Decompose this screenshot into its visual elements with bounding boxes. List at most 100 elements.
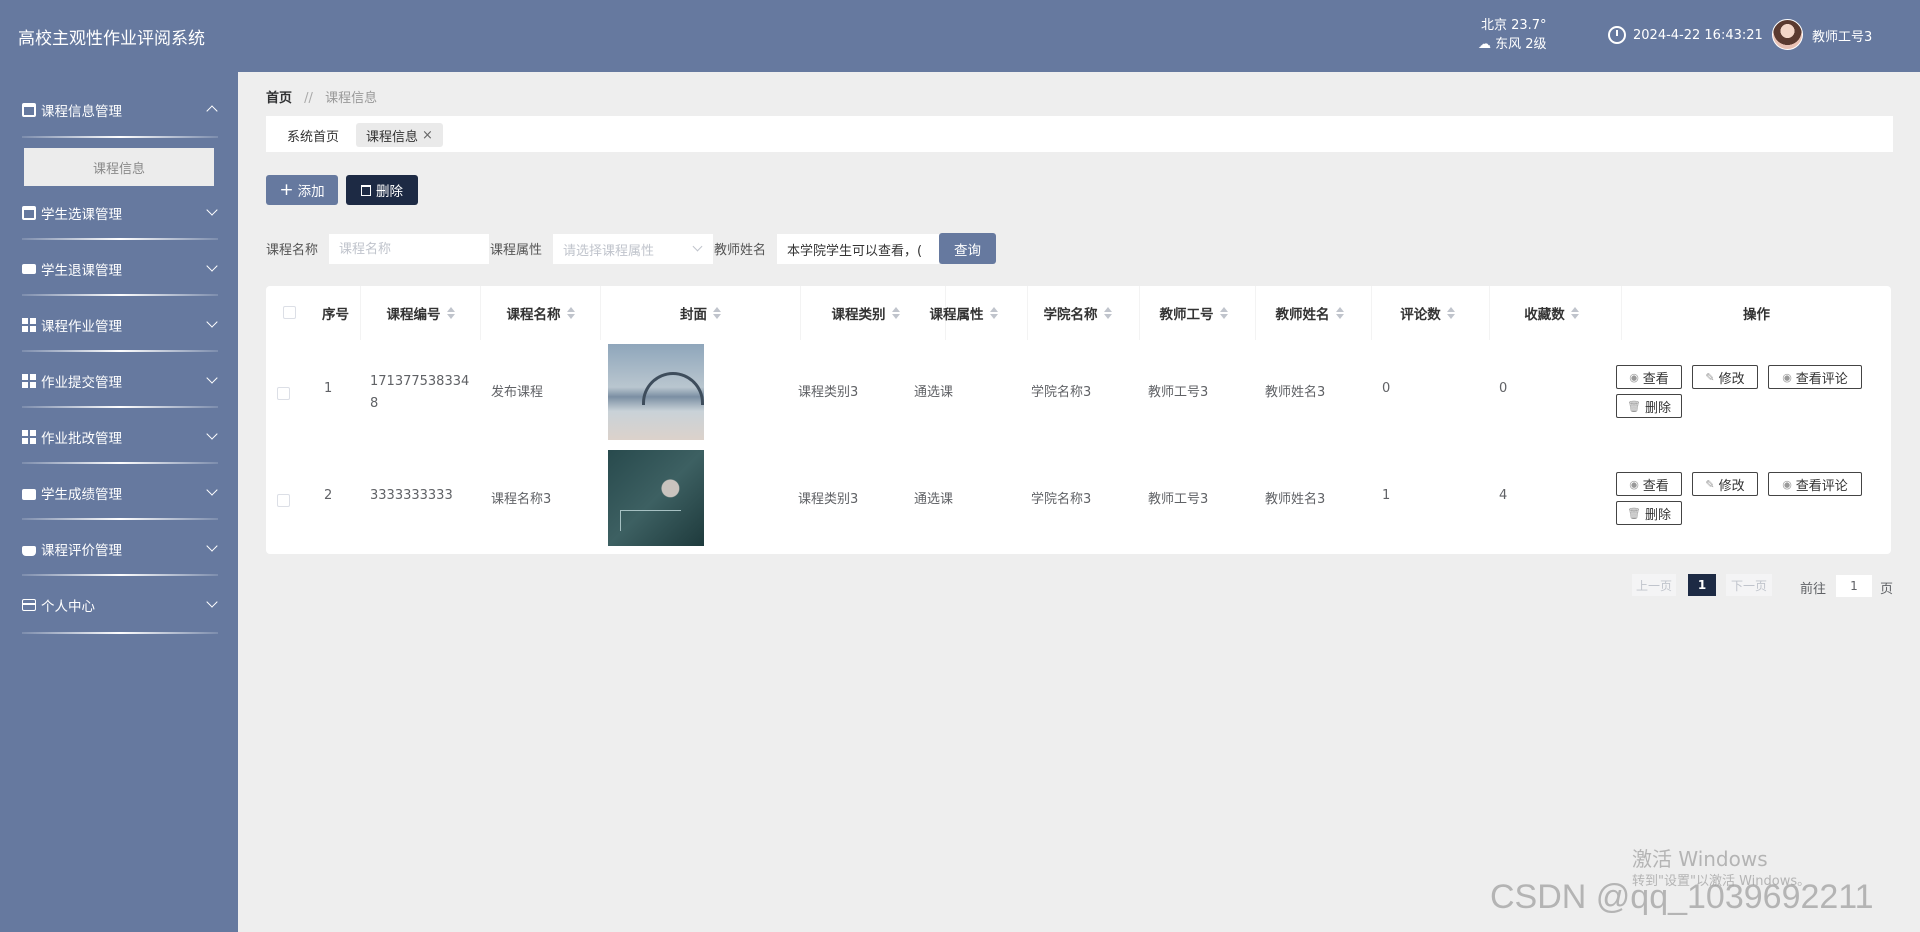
edit-icon: ✎	[1705, 370, 1715, 384]
view-comments-button[interactable]: ◉ 查看评论	[1768, 472, 1862, 496]
sidebar-item-submission[interactable]: 作业提交管理	[0, 359, 238, 403]
sidebar-item-label: 作业提交管理	[41, 375, 122, 391]
view-button[interactable]: ◉ 查看	[1616, 472, 1682, 496]
page-number-current[interactable]: 1	[1688, 574, 1716, 596]
breadcrumb-home[interactable]: 首页	[266, 91, 292, 106]
sort-icon[interactable]	[446, 307, 455, 319]
cell-index: 1	[324, 381, 333, 396]
cell-teacher-id: 教师工号3	[1148, 385, 1209, 400]
clipboard-icon	[22, 103, 36, 117]
tab-course-info[interactable]: 课程信息 ×	[356, 123, 443, 147]
teacher-name-input[interactable]	[777, 234, 939, 264]
sort-icon[interactable]	[566, 307, 575, 319]
cell-favorites: 4	[1499, 488, 1508, 503]
chevron-down-icon	[692, 241, 703, 252]
weather-icon: ☁	[1478, 37, 1496, 52]
username[interactable]: 教师工号3	[1812, 26, 1872, 45]
sidebar-item-label: 课程评价管理	[41, 543, 122, 559]
avatar[interactable]	[1772, 19, 1803, 50]
eye-icon: ◉	[1629, 370, 1639, 384]
sort-icon[interactable]	[891, 307, 900, 319]
course-attr-select[interactable]: 请选择课程属性	[553, 234, 713, 264]
grid-icon	[22, 318, 36, 332]
sort-icon[interactable]	[1219, 307, 1228, 319]
sidebar-item-course-selection[interactable]: 学生选课管理	[0, 191, 238, 235]
column-header-teacher-id[interactable]: 教师工号	[1132, 286, 1256, 340]
sort-icon[interactable]	[1335, 307, 1344, 319]
edit-button[interactable]: ✎ 修改	[1692, 472, 1758, 496]
chevron-down-icon	[206, 540, 218, 552]
column-header-index: 序号	[311, 286, 361, 340]
column-header-favorites[interactable]: 收藏数	[1482, 286, 1622, 340]
menu-divider	[22, 350, 218, 352]
sidebar: 课程信息管理 课程信息 学生选课管理 学生退课管理 课程作业管理 作业提交管理 …	[0, 72, 238, 932]
row-delete-button[interactable]: 🗑 删除	[1616, 501, 1682, 525]
course-attr-placeholder: 请选择课程属性	[563, 243, 655, 259]
course-name-input[interactable]	[329, 234, 489, 264]
menu-divider	[22, 136, 218, 138]
sidebar-item-label: 课程信息管理	[41, 104, 122, 120]
menu-divider	[22, 574, 218, 576]
sort-icon[interactable]	[1446, 307, 1455, 319]
sidebar-item-scores[interactable]: 学生成绩管理	[0, 471, 238, 515]
delete-button[interactable]: 删除	[346, 175, 418, 205]
sidebar-item-evaluation[interactable]: 课程评价管理	[0, 527, 238, 571]
id-card-icon	[22, 599, 36, 611]
breadcrumb-current: 课程信息	[325, 91, 378, 106]
eye-icon: ◉	[1629, 477, 1639, 491]
chevron-down-icon	[206, 260, 218, 272]
cell-index: 2	[324, 488, 333, 503]
tab-label: 课程信息	[366, 129, 419, 145]
cell-teacher-name: 教师姓名3	[1265, 385, 1326, 400]
sort-icon[interactable]	[713, 307, 721, 319]
column-header-college[interactable]: 学院名称	[1016, 286, 1140, 340]
column-header-attr[interactable]: 课程属性	[900, 286, 1028, 340]
sidebar-item-label: 学生选课管理	[41, 207, 122, 223]
grid-icon	[22, 374, 36, 388]
row-delete-button[interactable]: 🗑 删除	[1616, 394, 1682, 418]
search-button[interactable]: 查询	[939, 233, 996, 264]
sort-icon[interactable]	[1103, 307, 1112, 319]
column-header-cover[interactable]: 封面	[601, 286, 801, 340]
course-cover-image	[608, 344, 704, 440]
select-all-checkbox[interactable]	[283, 306, 296, 319]
sidebar-item-label: 学生退课管理	[41, 263, 122, 279]
goto-prefix: 前往	[1800, 582, 1827, 597]
close-icon[interactable]: ×	[422, 128, 433, 143]
goto-page-input[interactable]	[1836, 575, 1872, 597]
row-checkbox[interactable]	[277, 494, 290, 507]
cell-college: 学院名称3	[1031, 492, 1092, 507]
column-header-teacher-name[interactable]: 教师姓名	[1248, 286, 1372, 340]
edit-button[interactable]: ✎ 修改	[1692, 365, 1758, 389]
column-header-comments[interactable]: 评论数	[1366, 286, 1490, 340]
row-checkbox[interactable]	[277, 387, 290, 400]
cell-code: 171377538334 8	[370, 374, 470, 411]
breadcrumb-separator: //	[304, 91, 313, 106]
cell-teacher-id: 教师工号3	[1148, 492, 1209, 507]
sidebar-item-course-info[interactable]: 课程信息管理	[0, 88, 238, 132]
sidebar-item-profile[interactable]: 个人中心	[0, 583, 238, 627]
prev-page-button[interactable]: 上一页	[1632, 574, 1676, 596]
cell-attr: 通选课	[914, 385, 954, 400]
sort-icon[interactable]	[1570, 307, 1579, 319]
tab-system-home[interactable]: 系统首页	[277, 123, 349, 147]
sort-icon[interactable]	[989, 307, 998, 319]
next-page-button[interactable]: 下一页	[1726, 574, 1772, 596]
trash-icon	[361, 184, 371, 196]
sidebar-item-grading[interactable]: 作业批改管理	[0, 415, 238, 459]
chevron-down-icon	[206, 428, 218, 440]
submenu-item-course-info[interactable]: 课程信息	[24, 148, 214, 186]
menu-divider	[22, 632, 218, 634]
sidebar-item-course-drop[interactable]: 学生退课管理	[0, 247, 238, 291]
app-title: 高校主观性作业评阅系统	[18, 29, 205, 49]
breadcrumb: 首页 // 课程信息	[266, 87, 377, 106]
view-comments-button[interactable]: ◉ 查看评论	[1768, 365, 1862, 389]
column-header-code[interactable]: 课程编号	[361, 286, 481, 340]
cell-name: 发布课程	[491, 385, 544, 400]
view-button[interactable]: ◉ 查看	[1616, 365, 1682, 389]
tabs-bar: 系统首页 课程信息 ×	[266, 116, 1893, 152]
add-button[interactable]: + 添加	[266, 175, 338, 205]
column-header-name[interactable]: 课程名称	[481, 286, 601, 340]
grid-icon	[22, 430, 36, 444]
sidebar-item-homework[interactable]: 课程作业管理	[0, 303, 238, 347]
